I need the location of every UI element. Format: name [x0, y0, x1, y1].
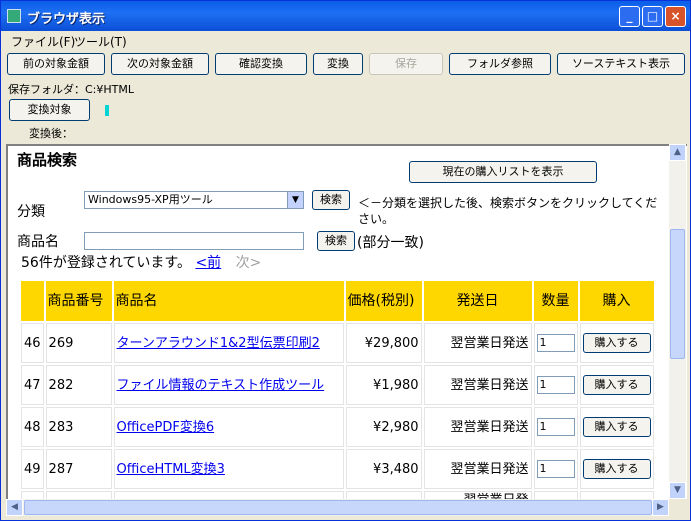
quantity-input[interactable]: 1 [536, 460, 575, 478]
close-icon[interactable]: × [665, 6, 686, 27]
product-name-link[interactable]: OfficePDF変換6 [117, 420, 215, 435]
table-row: 46 269 ターンアラウンド1&2型伝票印刷2 ¥29,800 翌営業日発送 … [21, 323, 654, 363]
browser-content: 商品検索 現在の購入リストを表示 分類 Windows95-XP用ツール ▼ 検… [6, 144, 687, 499]
minimize-icon[interactable]: _ [619, 6, 640, 27]
after-convert-label: 変換後： [29, 127, 73, 140]
ship-date: 翌営業日発送 [423, 449, 532, 489]
prev-page-link[interactable]: <前 [195, 255, 221, 271]
ship-date: 翌営業日発送 [423, 365, 532, 405]
convert-target-button[interactable]: 変換対象 [9, 99, 90, 121]
quantity-input[interactable]: 1 [536, 334, 575, 352]
buy-button[interactable]: 購入する [582, 333, 651, 353]
product-price: ¥29,800 [345, 323, 422, 363]
browser-window: ブラウザ表示 _ □ × ファイル(F) ツール(T) 前の対象金額 次の対象金… [0, 0, 691, 521]
buy-button[interactable]: 購入する [582, 459, 651, 479]
quantity-input[interactable]: 1 [536, 376, 575, 394]
vertical-scrollbar[interactable]: ▲ ▼ [669, 144, 686, 499]
product-price: ¥3,480 [345, 449, 422, 489]
product-code: 269 [45, 323, 112, 363]
scroll-down-icon[interactable]: ▼ [669, 482, 686, 499]
table-row: 49 287 OfficeHTML変換3 ¥3,480 翌営業日発送 1 購入す… [21, 449, 654, 489]
row-index: 47 [21, 365, 44, 405]
prev-amount-button[interactable]: 前の対象金額 [7, 53, 105, 75]
product-code: 282 [45, 365, 112, 405]
category-hint: ＜－分類を選択した後、検索ボタンをクリックしてください。 [358, 196, 658, 226]
window-title: ブラウザ表示 [27, 12, 106, 27]
next-page-link: 次> [235, 255, 262, 271]
product-price: ¥1,980 [345, 365, 422, 405]
title-bar[interactable]: ブラウザ表示 _ □ × [1, 1, 690, 31]
category-label: 分類 [17, 204, 45, 220]
product-price: ¥2,980 [345, 407, 422, 447]
scroll-right-icon[interactable]: ▶ [652, 499, 669, 516]
column-header-price: 価格(税別) [345, 281, 422, 321]
source-text-button[interactable]: ソーステキスト表示 [557, 53, 685, 75]
product-table: 商品番号 商品名 価格(税別) 発送日 数量 購入 46 269 ターンアラウン… [19, 279, 656, 499]
column-header-code: 商品番号 [45, 281, 112, 321]
menu-file[interactable]: ファイル(F) [11, 33, 75, 50]
partial-match-label: (部分一致) [357, 235, 424, 251]
horizontal-scrollbar[interactable]: ◀ ▶ [6, 499, 669, 516]
page-title: 商品検索 [17, 151, 78, 169]
category-select[interactable]: Windows95-XP用ツール ▼ [84, 191, 304, 209]
folder-browse-button[interactable]: フォルダ参照 [449, 53, 551, 75]
result-count-text: 56件が登録されています。 [21, 255, 191, 271]
product-name-link[interactable]: ファイル情報のテキスト作成ツール [117, 378, 325, 393]
buy-button[interactable]: 購入する [582, 375, 651, 395]
text-cursor [105, 105, 109, 116]
convert-button[interactable]: 変換 [313, 53, 363, 75]
menu-bar: ファイル(F) ツール(T) [1, 31, 690, 51]
app-icon [7, 9, 21, 23]
column-header-name: 商品名 [113, 281, 344, 321]
column-header-buy: 購入 [579, 281, 654, 321]
save-folder-label: 保存フォルダ：C:¥HTML [8, 83, 134, 96]
ship-date: 翌営業日発送 [423, 407, 532, 447]
ship-date: 翌営業日発送 [423, 323, 532, 363]
save-button[interactable]: 保存 [369, 53, 443, 75]
table-row: 47 282 ファイル情報のテキスト作成ツール ¥1,980 翌営業日発送 1 … [21, 365, 654, 405]
category-search-button[interactable]: 検索 [312, 190, 350, 210]
vertical-scroll-thumb[interactable] [670, 229, 685, 359]
next-amount-button[interactable]: 次の対象金額 [111, 53, 209, 75]
quantity-input[interactable]: 1 [536, 418, 575, 436]
product-code: 287 [45, 449, 112, 489]
column-header-index [21, 281, 44, 321]
product-name-input[interactable] [84, 232, 304, 250]
buy-button[interactable]: 購入する [582, 417, 651, 437]
chevron-down-icon[interactable]: ▼ [287, 192, 303, 208]
column-header-ship: 発送日 [423, 281, 532, 321]
horizontal-scroll-thumb[interactable] [24, 500, 652, 515]
result-count: 56件が登録されています。 <前 次> [21, 252, 261, 272]
table-row: 翌営業日発 [21, 491, 654, 499]
category-selected-value: Windows95-XP用ツール [88, 193, 213, 206]
toolbar: 前の対象金額 次の対象金額 確認変換 変換 保存 フォルダ参照 ソーステキスト表… [1, 51, 690, 77]
name-search-button[interactable]: 検索 [317, 231, 355, 251]
row-index: 46 [21, 323, 44, 363]
product-name-label: 商品名 [17, 234, 59, 250]
product-name-link[interactable]: OfficeHTML変換3 [117, 462, 225, 477]
product-name-link[interactable]: ターンアラウンド1&2型伝票印刷2 [117, 336, 320, 351]
table-header-row: 商品番号 商品名 価格(税別) 発送日 数量 購入 [21, 281, 654, 321]
maximize-icon[interactable]: □ [642, 6, 663, 27]
show-cart-button[interactable]: 現在の購入リストを表示 [409, 161, 597, 183]
ship-date: 翌営業日発 [423, 491, 532, 499]
row-index: 48 [21, 407, 44, 447]
scroll-up-icon[interactable]: ▲ [669, 144, 686, 161]
row-index: 49 [21, 449, 44, 489]
product-code: 283 [45, 407, 112, 447]
scroll-left-icon[interactable]: ◀ [6, 499, 23, 516]
table-row: 48 283 OfficePDF変換6 ¥2,980 翌営業日発送 1 購入する [21, 407, 654, 447]
column-header-qty: 数量 [533, 281, 578, 321]
confirm-convert-button[interactable]: 確認変換 [215, 53, 307, 75]
menu-tools[interactable]: ツール(T) [74, 33, 127, 50]
